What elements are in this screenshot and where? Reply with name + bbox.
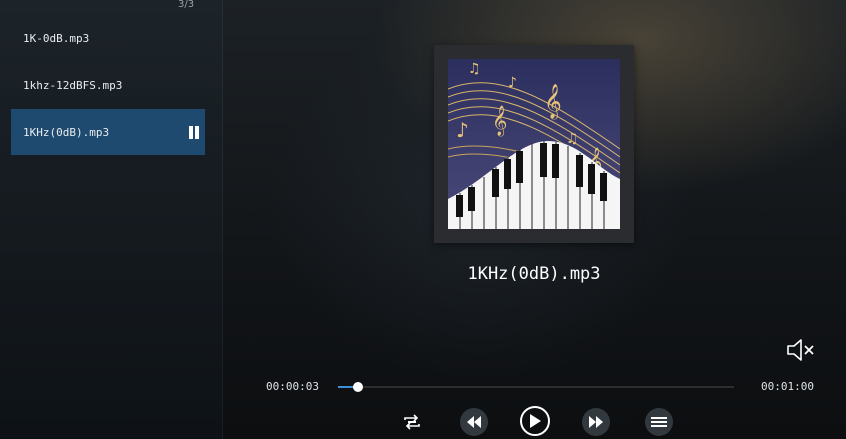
progress-bar[interactable]: [338, 382, 734, 392]
previous-button[interactable]: [460, 408, 488, 436]
repeat-icon: [404, 414, 420, 430]
svg-text:♪: ♪: [508, 75, 517, 91]
rewind-icon: [467, 416, 481, 428]
svg-text:♪: ♪: [456, 118, 469, 142]
fast-forward-icon: [589, 416, 603, 428]
now-playing-title: 1KHz(0dB).mp3: [467, 264, 601, 284]
svg-text:𝄞: 𝄞: [544, 84, 562, 120]
repeat-button[interactable]: [398, 408, 426, 436]
track-label: 1K-0dB.mp3: [23, 31, 90, 45]
playlist-panel: 3/3 1K-0dB.mp3 1khz-12dBFS.mp3 1KHz(0dB)…: [0, 0, 223, 439]
page-counter: 3/3: [178, 0, 195, 10]
next-button[interactable]: [582, 408, 610, 436]
playlist-button[interactable]: [645, 408, 673, 436]
playlist-item-active[interactable]: 1KHz(0dB).mp3: [11, 109, 205, 155]
track-label: 1khz-12dBFS.mp3: [23, 78, 123, 92]
pause-icon[interactable]: [189, 126, 199, 139]
progress-thumb[interactable]: [352, 382, 363, 392]
elapsed-time: 00:00:03: [266, 380, 319, 393]
svg-text:♫: ♫: [566, 131, 579, 147]
track-label: 1KHz(0dB).mp3: [23, 125, 110, 139]
svg-text:♫: ♫: [468, 61, 481, 77]
total-duration: 00:01:00: [761, 380, 814, 393]
playlist-icon: [651, 417, 667, 427]
album-art: 𝄞 𝄞 𝄞 ♪ ♫ ♪ ♫: [434, 45, 634, 243]
play-button[interactable]: [520, 406, 550, 436]
svg-text:𝄞: 𝄞: [492, 105, 507, 137]
mute-button[interactable]: [786, 337, 816, 363]
speaker-muted-icon: [787, 339, 814, 361]
music-keyboard-artwork-icon: 𝄞 𝄞 𝄞 ♪ ♫ ♪ ♫: [448, 59, 620, 229]
playlist-item[interactable]: 1khz-12dBFS.mp3: [11, 62, 205, 108]
playlist-item[interactable]: 1K-0dB.mp3: [11, 15, 205, 61]
play-icon: [530, 414, 541, 428]
